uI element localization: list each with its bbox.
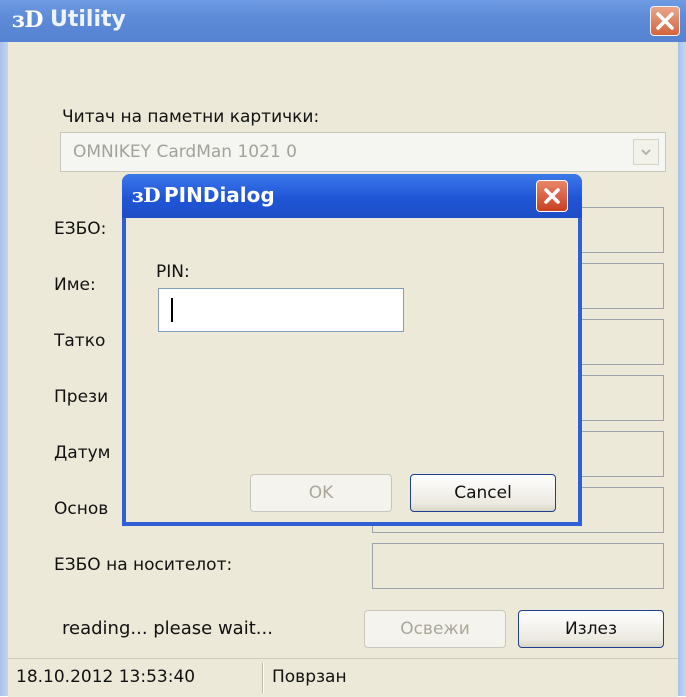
- app-logo-icon: ɜD: [132, 183, 161, 207]
- ok-button[interactable]: OK: [250, 474, 392, 512]
- pin-dialog-title: PINDialog: [164, 183, 275, 207]
- field-label-father: Татко: [54, 331, 106, 351]
- pin-dialog-titlebar[interactable]: ɜD PINDialog: [122, 174, 582, 218]
- reader-select[interactable]: OMNIKEY CardMan 1021 0: [60, 132, 666, 172]
- text-caret: [171, 298, 173, 322]
- field-label-date: Датум: [54, 443, 111, 463]
- window-frame-left: [0, 42, 8, 696]
- refresh-button[interactable]: Освежи: [364, 610, 506, 648]
- reader-label: Читач на паметни картички:: [62, 107, 320, 127]
- close-icon: [656, 12, 674, 30]
- field-label-name: Име:: [54, 275, 96, 295]
- exit-button[interactable]: Излез: [518, 610, 664, 648]
- field-label-surname: Прези: [54, 387, 109, 407]
- utility-titlebar[interactable]: ɜD Utility: [0, 0, 686, 42]
- window-frame-right: [678, 42, 686, 696]
- field-label-holder-ezbo: ЕЗБО на носителот:: [54, 555, 233, 575]
- statusbar-separator: [262, 663, 264, 693]
- close-icon: [544, 188, 560, 204]
- pin-input[interactable]: [158, 288, 404, 332]
- statusbar-datetime: 18.10.2012 13:53:40: [16, 667, 196, 687]
- field-label-basis: Основ: [54, 499, 109, 519]
- reader-select-value: OMNIKEY CardMan 1021 0: [73, 142, 297, 162]
- dropdown-button[interactable]: [633, 139, 659, 165]
- field-holder-ezbo: [372, 543, 664, 589]
- cancel-button[interactable]: Cancel: [410, 474, 556, 512]
- field-label-ezbo: ЕЗБО:: [54, 219, 107, 239]
- pin-label: PIN:: [156, 262, 190, 282]
- chevron-down-icon: [641, 149, 651, 156]
- statusbar-connection: Поврзан: [272, 667, 347, 687]
- window-title: Utility: [50, 7, 126, 32]
- pin-dialog-close-button[interactable]: [536, 180, 568, 212]
- utility-close-button[interactable]: [650, 6, 680, 36]
- statusbar: 18.10.2012 13:53:40 Поврзан: [8, 658, 678, 697]
- pin-dialog: ɜD PINDialog PIN: OK Cancel: [122, 174, 582, 526]
- status-message: reading... please wait...: [62, 618, 273, 639]
- app-logo-icon: ɜD: [12, 7, 44, 33]
